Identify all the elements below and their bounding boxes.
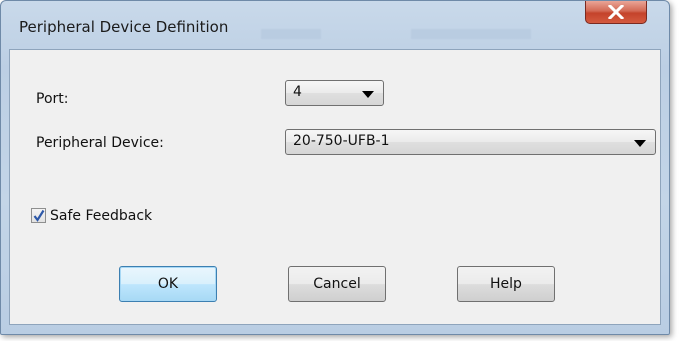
peripheral-device-dropdown[interactable]: 20-750-UFB-1 bbox=[285, 129, 656, 155]
safe-feedback-label: Safe Feedback bbox=[50, 208, 153, 224]
help-button[interactable]: Help bbox=[457, 266, 555, 302]
dialog-body: Port: 4 Peripheral Device: 20-750-UFB-1 … bbox=[9, 49, 661, 325]
chevron-down-icon bbox=[362, 91, 374, 98]
close-x-icon bbox=[608, 5, 624, 19]
cancel-button[interactable]: Cancel bbox=[288, 266, 386, 302]
safe-feedback-checkbox[interactable] bbox=[31, 208, 46, 223]
chevron-down-icon bbox=[634, 140, 646, 147]
dialog-title: Peripheral Device Definition bbox=[19, 18, 229, 36]
background-ghost-text bbox=[261, 29, 321, 39]
dialog-window: Peripheral Device Definition Port: 4 Per… bbox=[0, 0, 670, 335]
port-dropdown[interactable]: 4 bbox=[285, 80, 384, 106]
peripheral-device-label: Peripheral Device: bbox=[36, 135, 164, 151]
checkmark-icon bbox=[33, 209, 45, 222]
ok-button[interactable]: OK bbox=[119, 266, 217, 302]
background-ghost-text bbox=[411, 29, 531, 39]
close-button[interactable] bbox=[585, 1, 647, 24]
peripheral-device-dropdown-value: 20-750-UFB-1 bbox=[293, 133, 390, 149]
port-dropdown-value: 4 bbox=[293, 84, 302, 100]
port-label: Port: bbox=[36, 91, 69, 107]
